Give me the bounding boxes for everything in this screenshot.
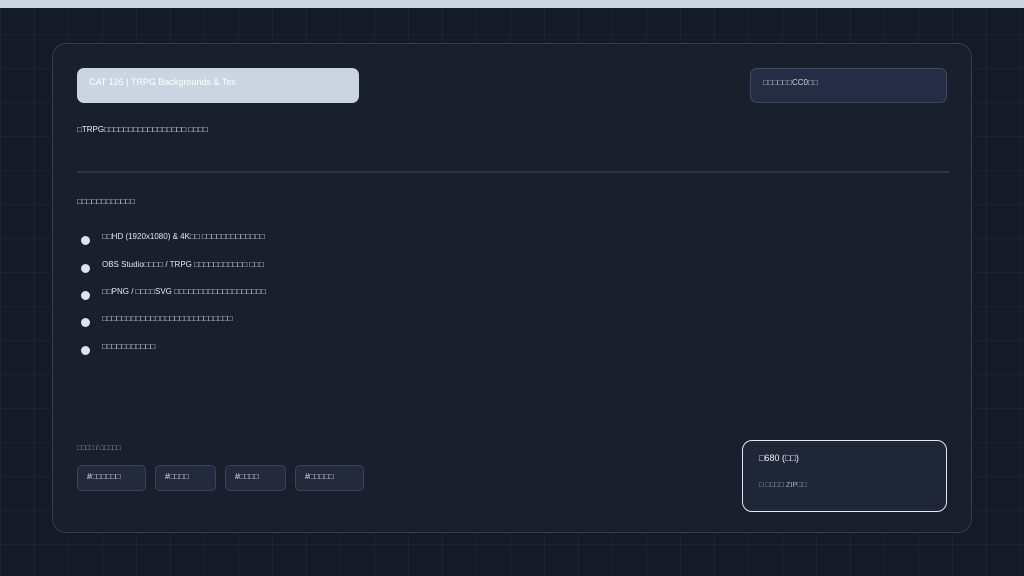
feature-item: □□HD (1920x1080) & 4K□□ □□□□□□□□□□□□□: [77, 224, 266, 251]
tags-label: □□□□ / □□□□□: [77, 445, 121, 452]
top-bar: [0, 0, 1024, 8]
price-label: □680 (□□): [759, 453, 799, 463]
bullet-icon: [81, 290, 90, 300]
tag-chip[interactable]: #□□□□□□: [77, 465, 146, 491]
bullet-icon: [81, 318, 90, 328]
bullet-icon: [81, 236, 90, 246]
feature-text: □□HD (1920x1080) & 4K□□ □□□□□□□□□□□□□: [102, 232, 265, 242]
product-card: CAT 126 | TRPG Backgrounds & Tex □□□□□□C…: [52, 43, 972, 533]
bullet-icon: [81, 263, 90, 273]
feature-list: □□HD (1920x1080) & 4K□□ □□□□□□□□□□□□□ OB…: [77, 224, 266, 361]
price-box[interactable]: □680 (□□) □ □□□□ ZIP□□: [742, 440, 947, 512]
feature-text: □□□□□□□□□□□□□□□□□□□□□□□□□□□: [102, 314, 233, 324]
tag-chip[interactable]: #□□□□: [225, 465, 286, 491]
feature-text: □□□□□□□□□□□: [102, 341, 156, 351]
features-heading: □□□□□□□□□□□□: [77, 197, 135, 206]
tag-chip[interactable]: #□□□□□: [295, 465, 364, 491]
product-title: CAT 126 | TRPG Backgrounds & Tex: [77, 68, 359, 103]
feature-text: OBS Studio□□□□ / TRPG □□□□□□□□□□□ □□□: [102, 259, 264, 269]
feature-item: OBS Studio□□□□ / TRPG □□□□□□□□□□□ □□□: [77, 251, 266, 278]
feature-item: □□□□□□□□□□□□□□□□□□□□□□□□□□□: [77, 306, 266, 333]
product-description: □TRPG□□□□□□□□□□□□□□□□□ □□□□: [77, 125, 208, 134]
feature-item: □□□□□□□□□□□: [77, 334, 266, 361]
feature-text: □□PNG / □□□□SVG □□□□□□□□□□□□□□□□□□□: [102, 286, 266, 296]
feature-item: □□PNG / □□□□SVG □□□□□□□□□□□□□□□□□□□: [77, 279, 266, 306]
divider: [77, 171, 949, 173]
bullet-icon: [81, 345, 90, 355]
price-note: □ □□□□ ZIP□□: [759, 480, 807, 489]
tag-list: #□□□□□□ #□□□□ #□□□□ #□□□□□: [77, 465, 364, 491]
license-badge: □□□□□□CC0□□: [750, 68, 947, 103]
tag-chip[interactable]: #□□□□: [155, 465, 216, 491]
